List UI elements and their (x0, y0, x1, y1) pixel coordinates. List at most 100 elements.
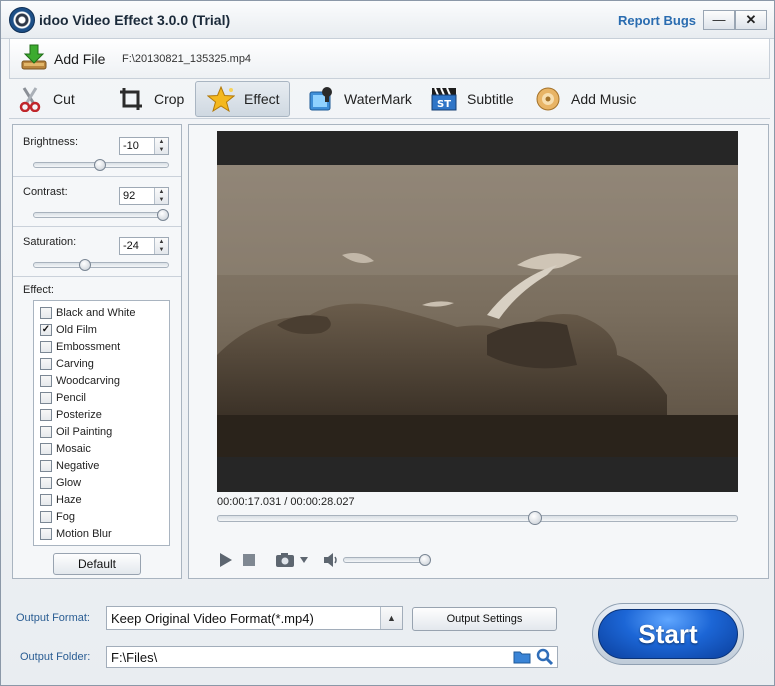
effect-checkbox[interactable] (40, 391, 52, 404)
volume-button[interactable] (323, 552, 339, 568)
seek-bar[interactable] (217, 511, 738, 525)
effect-item[interactable]: Motion Blur (40, 525, 112, 542)
output-folder-label: Output Folder: (20, 651, 91, 663)
underwater-scene-image (217, 165, 738, 457)
report-bugs-link[interactable]: Report Bugs (618, 13, 696, 28)
default-button[interactable]: Default (53, 553, 141, 575)
effect-checkbox[interactable] (40, 357, 52, 370)
effect-item[interactable]: Haze (40, 491, 82, 508)
output-format-select[interactable]: Keep Original Video Format(*.mp4) ▲ (106, 606, 403, 630)
contrast-spinbox[interactable]: 92 ▲ ▼ (119, 187, 169, 205)
music-disc-icon (533, 85, 563, 113)
play-icon (220, 553, 232, 567)
app-window: idoo Video Effect 3.0.0 (Trial) Report B… (0, 0, 775, 686)
timecode: 00:00:17.031 / 00:00:28.027 (217, 496, 355, 508)
brightness-value: -10 (123, 140, 139, 152)
search-icon[interactable] (536, 648, 554, 666)
tab-cut[interactable]: Cut (15, 81, 75, 117)
contrast-slider-thumb[interactable] (156, 209, 169, 221)
saturation-control: Saturation: -24 ▲ ▼ (13, 227, 181, 277)
tab-subtitle[interactable]: ST Subtitle (429, 81, 514, 117)
spin-arrows-icon[interactable]: ▲ ▼ (154, 238, 168, 254)
minimize-button[interactable]: — (703, 10, 735, 30)
effect-checkbox[interactable] (40, 306, 52, 319)
effect-item-label: Oil Painting (56, 425, 113, 438)
start-button[interactable]: Start (592, 603, 744, 665)
effect-section-label: Effect: (23, 284, 54, 296)
output-settings-button[interactable]: Output Settings (412, 607, 557, 631)
effect-checkbox[interactable]: ✓ (40, 323, 52, 336)
effect-item[interactable]: Woodcarving (40, 372, 120, 389)
effect-item[interactable]: ✓ Old Film (40, 321, 97, 338)
effect-checkbox[interactable] (40, 442, 52, 455)
effect-checkbox[interactable] (40, 340, 52, 353)
tab-crop[interactable]: Crop (116, 81, 184, 117)
add-file-button[interactable]: Add File (54, 51, 105, 67)
effect-item[interactable]: Pencil (40, 389, 86, 406)
effect-item[interactable]: Carving (40, 355, 94, 372)
scissors-icon (15, 85, 45, 113)
speaker-icon (324, 553, 337, 567)
dropdown-arrow-icon[interactable]: ▲ (380, 607, 402, 629)
effect-item-label: Woodcarving (56, 374, 120, 387)
output-format-label: Output Format: (16, 612, 90, 624)
effect-item[interactable]: Glow (40, 474, 81, 491)
video-preview[interactable] (217, 131, 738, 492)
effect-checkbox[interactable] (40, 425, 52, 438)
saturation-value: -24 (123, 240, 139, 252)
effect-item[interactable]: Mosaic (40, 440, 91, 457)
play-button[interactable] (219, 552, 233, 568)
effect-checkbox[interactable] (40, 527, 52, 540)
output-folder-field[interactable]: F:\Files\ (106, 646, 558, 668)
close-button[interactable]: ✕ (735, 10, 767, 30)
brightness-slider-thumb[interactable] (93, 159, 106, 171)
contrast-value: 92 (123, 190, 136, 202)
effect-item[interactable]: Fog (40, 508, 75, 525)
tab-bar: Cut Crop Effect WaterMark ST Subtitle Ad… (9, 79, 770, 119)
output-folder-value: F:\Files\ (111, 650, 158, 665)
effect-checkbox[interactable] (40, 510, 52, 523)
effect-item[interactable]: Oil Painting (40, 423, 112, 440)
snapshot-button[interactable] (275, 552, 309, 568)
effect-item[interactable]: Black and White (40, 304, 135, 321)
effect-item-label: Mosaic (56, 442, 91, 455)
saturation-slider[interactable] (33, 259, 169, 271)
saturation-label: Saturation: (23, 236, 77, 248)
effect-list: Black and White ✓ Old Film Embossment Carvin… (33, 300, 170, 546)
tab-watermark-label: WaterMark (344, 91, 412, 107)
video-frame (217, 165, 738, 457)
effect-checkbox[interactable] (40, 476, 52, 489)
effect-item-label: Carving (56, 357, 94, 370)
volume-thumb[interactable] (419, 554, 432, 566)
effect-item-label: Black and White (56, 306, 136, 319)
effect-checkbox[interactable] (40, 459, 52, 472)
effect-item-label: Negative (56, 459, 100, 472)
effect-checkbox[interactable] (40, 493, 52, 506)
spin-arrows-icon[interactable]: ▲ ▼ (154, 138, 168, 154)
camera-icon (276, 553, 308, 567)
open-folder-icon[interactable] (513, 650, 531, 664)
volume-slider[interactable] (343, 554, 432, 566)
add-file-icon[interactable] (19, 43, 49, 71)
effect-checkbox[interactable] (40, 408, 52, 421)
tab-effect[interactable]: Effect (195, 81, 290, 117)
effect-item[interactable]: Posterize (40, 406, 102, 423)
saturation-slider-thumb[interactable] (78, 259, 91, 271)
tab-add-music[interactable]: Add Music (533, 81, 636, 117)
brightness-slider[interactable] (33, 159, 169, 171)
effect-item[interactable]: Negative (40, 457, 99, 474)
stop-button[interactable] (243, 552, 255, 568)
effect-item-label: Fog (56, 510, 75, 523)
contrast-slider[interactable] (33, 209, 169, 221)
spin-arrows-icon[interactable]: ▲ ▼ (154, 188, 168, 204)
brightness-spinbox[interactable]: -10 ▲ ▼ (119, 137, 169, 155)
app-logo-icon (9, 7, 35, 33)
effect-checkbox[interactable] (40, 374, 52, 387)
seek-thumb[interactable] (527, 511, 542, 525)
saturation-spinbox[interactable]: -24 ▲ ▼ (119, 237, 169, 255)
effect-item-label: Old Film (56, 323, 97, 336)
effect-settings-panel: Brightness: -10 ▲ ▼ Contrast: 92 ▲ ▼ Satur… (12, 124, 182, 579)
tab-watermark[interactable]: WaterMark (306, 81, 412, 117)
effect-item[interactable]: Embossment (40, 338, 120, 355)
contrast-label: Contrast: (23, 186, 68, 198)
